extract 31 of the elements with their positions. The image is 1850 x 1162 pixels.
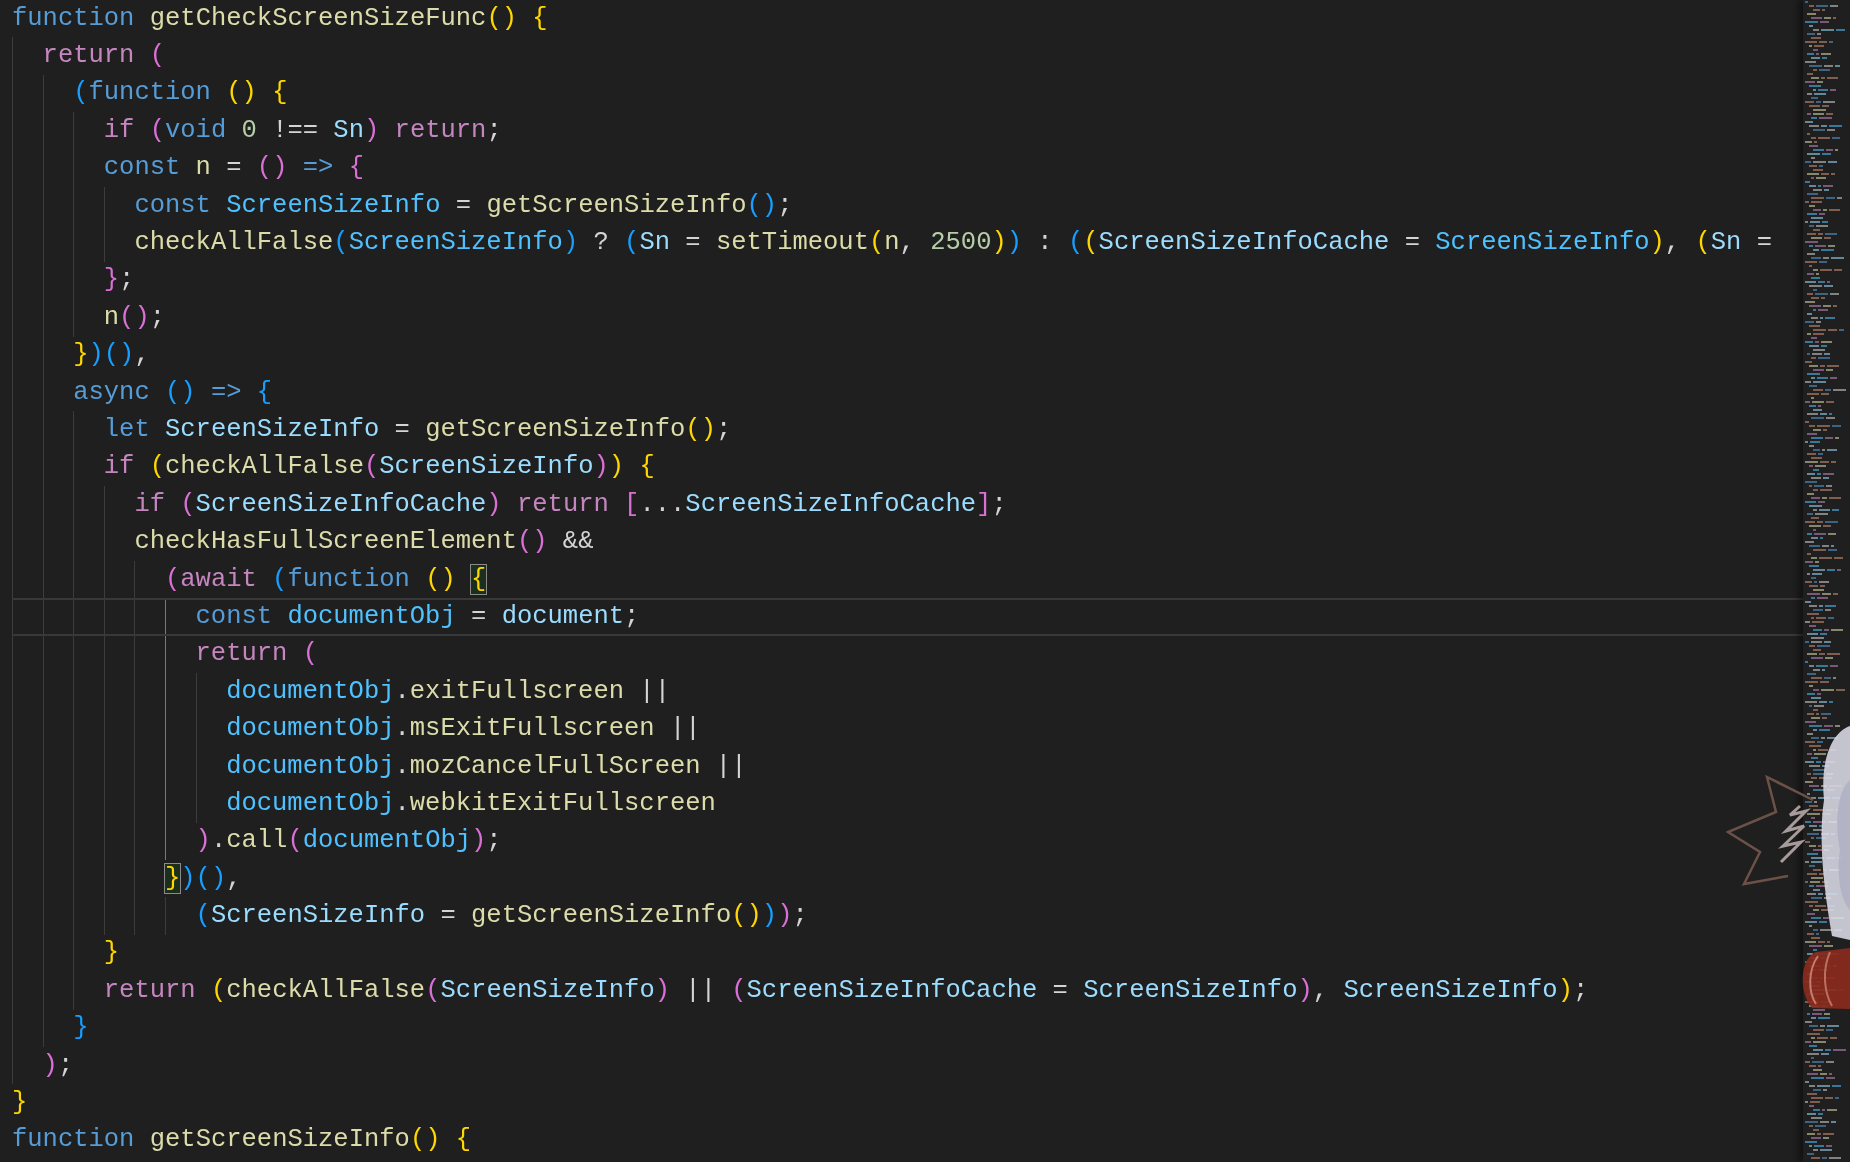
code-line: documentObj.webkitExitFullscreen [226, 788, 716, 819]
code-line: } [103, 938, 120, 969]
code-line: documentObj.msExitFullscreen || [226, 714, 701, 745]
code-line: const n = () => { [103, 153, 364, 184]
code-line: (await (function () { [164, 564, 487, 595]
code-line: documentObj.mozCancelFullScreen || [226, 751, 747, 782]
code-line: } [12, 1088, 28, 1118]
code-line: async () => { [73, 377, 273, 408]
code-line: return ( [195, 639, 318, 670]
code-line: return ( [42, 41, 166, 72]
code-line: if (checkAllFalse(ScreenSizeInfo)) { [103, 452, 655, 483]
code-line: })(), [73, 340, 150, 371]
code-line: ).call(documentObj); [195, 826, 502, 857]
code-line: return (checkAllFalse(ScreenSizeInfo) || (ScreenSizeInfoCache = ScreenSizeInfo), ScreenSizeInfo); [103, 975, 1589, 1006]
code-line: if (ScreenSizeInfoCache) return [...ScreenSizeInfoCache]; [134, 489, 1007, 520]
code-line: (function () { [73, 78, 288, 109]
code-line: n(); [103, 302, 165, 333]
code-line: } [73, 1013, 89, 1044]
code-line: function getScreenSizeInfo() { [12, 1125, 472, 1156]
code-line: }; [103, 265, 135, 296]
code-line: documentObj.exitFullscreen || [226, 676, 670, 707]
code-line: const documentObj = document; [195, 601, 640, 632]
code-line: if (void 0 !== Sn) return; [103, 115, 502, 146]
code-line: (ScreenSizeInfo = getScreenSizeInfo())); [195, 901, 808, 932]
code-line: function getCheckScreenSizeFunc() { [12, 3, 548, 34]
code-line: })(), [164, 863, 242, 894]
code-line: let ScreenSizeInfo = getScreenSizeInfo(); [103, 415, 732, 445]
code-line: checkHasFullScreenElement() && [134, 527, 594, 558]
code-line: checkAllFalse(ScreenSizeInfo) ? (Sn = setTimeout(n, 2500)) : ((ScreenSizeInfoCache = ScreenSizeInfo), (Sn = [134, 228, 1772, 259]
code-line: ); [42, 1050, 74, 1081]
code-line: const ScreenSizeInfo = getScreenSizeInfo(); [134, 190, 793, 221]
